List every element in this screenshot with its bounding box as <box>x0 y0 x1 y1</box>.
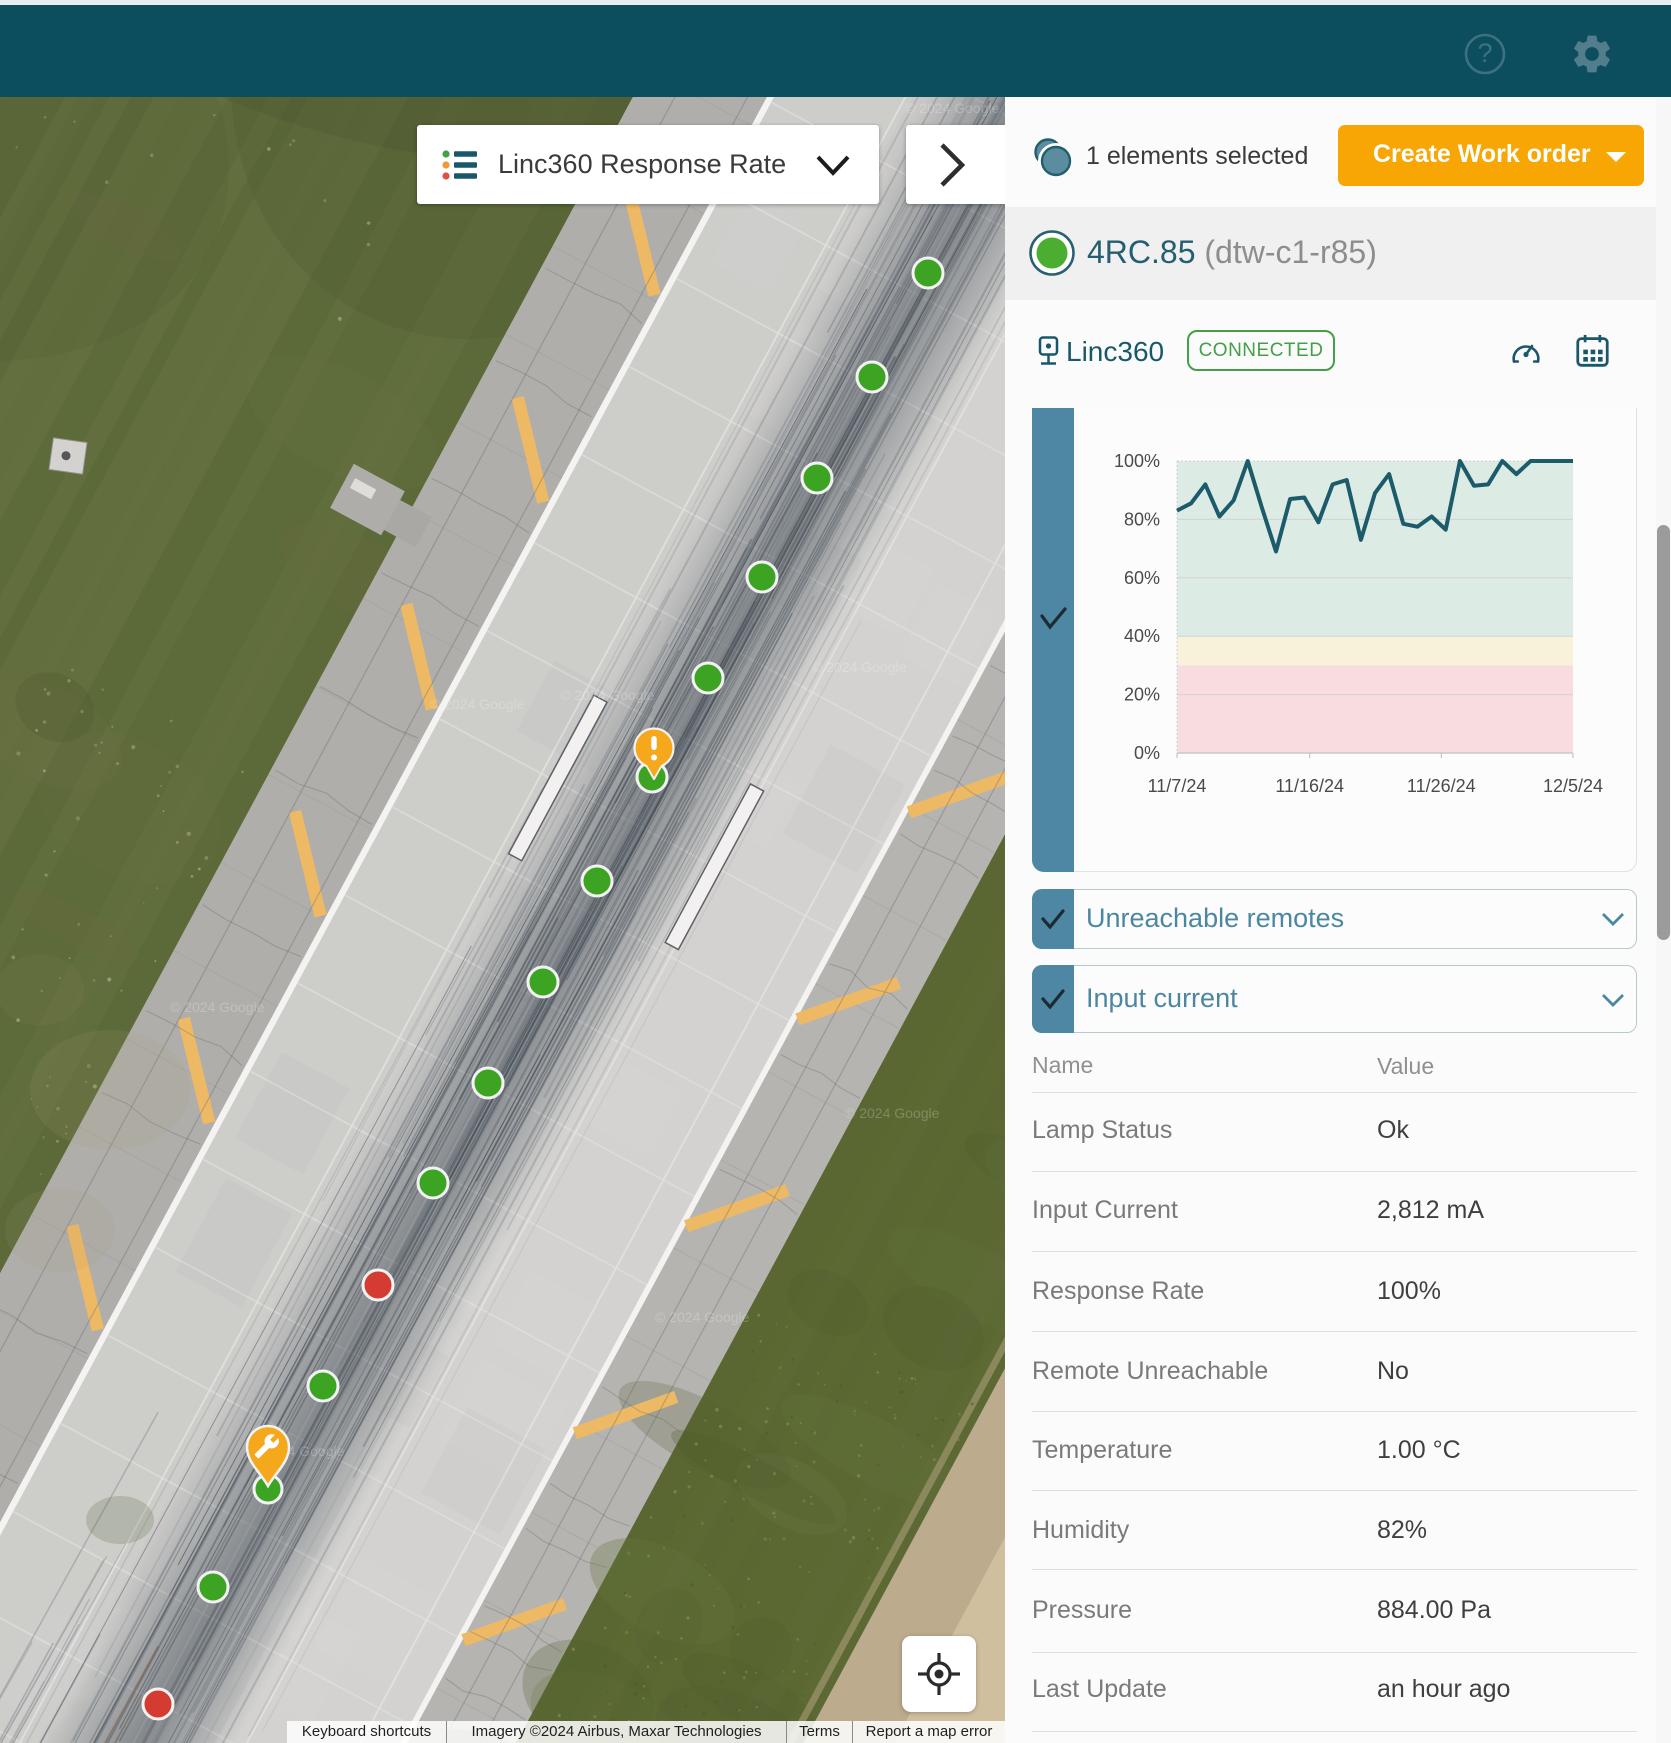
svg-text:11/26/24: 11/26/24 <box>1407 776 1476 796</box>
svg-text:© 2024 Google: © 2024 Google <box>170 999 265 1015</box>
svg-text:40%: 40% <box>1124 626 1160 646</box>
svg-text:80%: 80% <box>1124 509 1160 529</box>
svg-text:100%: 100% <box>1114 451 1160 471</box>
svg-text:© 2024 Google: © 2024 Google <box>845 1105 940 1121</box>
svg-text:60%: 60% <box>1124 568 1160 588</box>
svg-text:© 2024 Google: © 2024 Google <box>560 687 655 703</box>
svg-text:0%: 0% <box>1134 743 1160 763</box>
svg-text:© 2024 Google: © 2024 Google <box>655 1309 750 1325</box>
svg-text:11/16/24: 11/16/24 <box>1275 776 1344 796</box>
svg-text:© 2024 Google: © 2024 Google <box>905 100 1000 116</box>
svg-text:© 2024 Google: © 2024 Google <box>430 696 525 712</box>
svg-text:20%: 20% <box>1124 685 1160 705</box>
svg-text:?: ? <box>1477 38 1492 68</box>
svg-text:© 2024 Google: © 2024 Google <box>812 659 907 675</box>
svg-text:12/5/24: 12/5/24 <box>1543 776 1603 796</box>
svg-text:11/7/24: 11/7/24 <box>1148 776 1207 796</box>
